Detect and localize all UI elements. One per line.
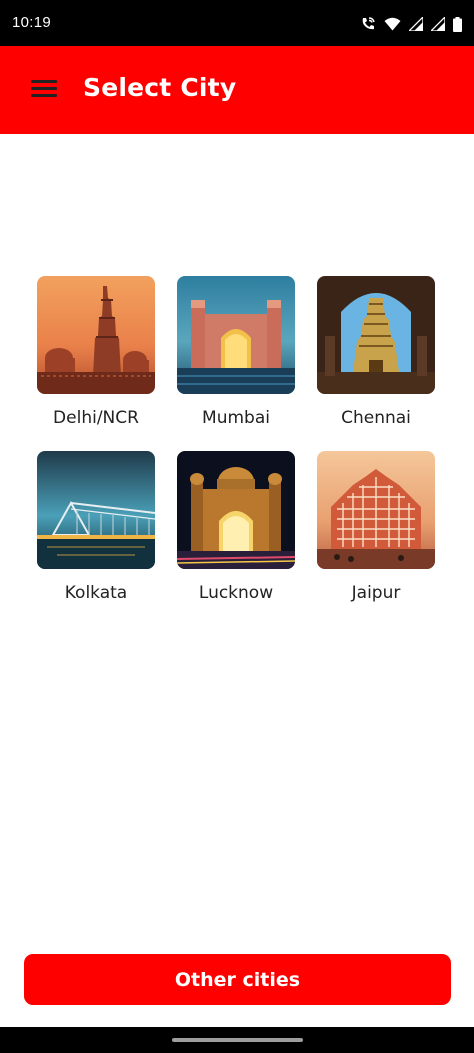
status-icons [360, 16, 462, 32]
city-label: Mumbai [202, 408, 270, 428]
battery-icon [453, 16, 462, 32]
city-label: Kolkata [64, 583, 128, 603]
city-label: Delhi/NCR [53, 408, 139, 428]
city-tile-jaipur[interactable]: Jaipur [306, 451, 446, 603]
other-cities-button[interactable]: Other cities [24, 954, 451, 1005]
city-tile-mumbai[interactable]: Mumbai [166, 276, 306, 428]
city-label: Chennai [341, 408, 411, 428]
city-label: Jaipur [351, 583, 401, 603]
lucknow-monument-image [177, 451, 295, 569]
gesture-handle[interactable] [172, 1038, 303, 1042]
hawa-mahal-image [317, 451, 435, 569]
city-tile-lucknow[interactable]: Lucknow [166, 451, 306, 603]
temple-gopuram-image [317, 276, 435, 394]
wifi-calling-icon [362, 17, 375, 30]
app-bar: Select City [0, 46, 474, 134]
hamburger-menu-icon[interactable] [28, 76, 60, 104]
status-time: 10:19 [12, 14, 52, 31]
howrah-bridge-image [37, 451, 155, 569]
signal-icon [431, 17, 445, 31]
navigation-bar [0, 1027, 474, 1053]
page-title: Select City [83, 73, 237, 102]
city-label: Lucknow [198, 583, 274, 603]
signal-icon [409, 17, 423, 31]
qutub-minar-image [37, 276, 155, 394]
status-bar: 10:19 [0, 0, 474, 46]
city-tile-kolkata[interactable]: Kolkata [26, 451, 166, 603]
city-tile-delhi[interactable]: Delhi/NCR [26, 276, 166, 428]
wifi-icon [384, 17, 401, 31]
gateway-of-india-image [177, 276, 295, 394]
city-tile-chennai[interactable]: Chennai [306, 276, 446, 428]
